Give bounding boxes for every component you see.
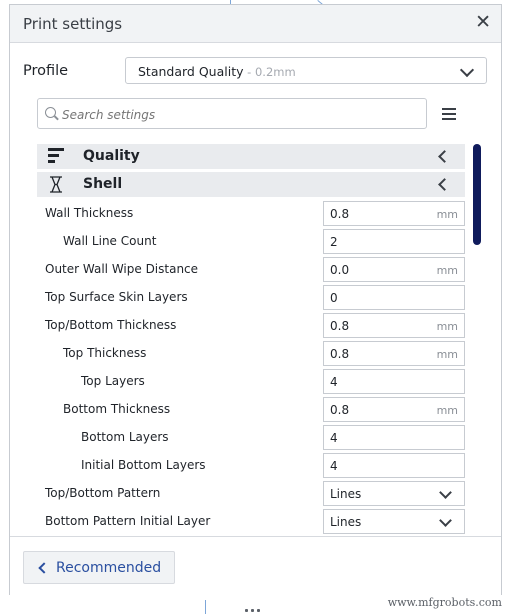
category-label: Shell — [83, 176, 123, 192]
bottom-pattern-initial-layer-select[interactable]: Lines — [323, 509, 465, 534]
setting-label: Wall Thickness — [45, 206, 134, 220]
shell-icon — [50, 176, 62, 193]
search-icon — [45, 107, 56, 118]
initial-bottom-layers-input[interactable]: 4 — [323, 453, 465, 478]
quality-icon — [48, 148, 64, 164]
setting-row-top-bottom-thickness: Top/Bottom Thickness 0.8 mm — [37, 312, 465, 340]
recommended-button[interactable]: Recommended — [23, 551, 175, 584]
setting-row-top-layers: Top Layers 4 — [37, 368, 465, 396]
top-thickness-input[interactable]: 0.8 mm — [323, 341, 465, 366]
setting-label: Top Surface Skin Layers — [45, 290, 188, 304]
setting-label: Bottom Thickness — [63, 402, 171, 416]
wall-line-count-input[interactable]: 2 — [323, 229, 465, 254]
setting-row-top-bottom-pattern: Top/Bottom Pattern Lines — [37, 480, 465, 508]
settings-list: Quality Shell Wall Thickness 0.8 mm Wall … — [37, 144, 465, 536]
setting-row-top-surface-skin: Top Surface Skin Layers 0 — [37, 284, 465, 312]
setting-row-wall-thickness: Wall Thickness 0.8 mm — [37, 200, 465, 228]
search-input[interactable] — [60, 104, 414, 126]
setting-label: Top Layers — [81, 374, 145, 388]
scrollbar[interactable] — [473, 144, 481, 245]
close-icon[interactable]: ✕ — [475, 11, 491, 33]
setting-label: Bottom Pattern Initial Layer — [45, 514, 211, 528]
chevron-left-icon — [38, 562, 50, 574]
top-bottom-pattern-select[interactable]: Lines — [323, 481, 465, 506]
bottom-layers-input[interactable]: 4 — [323, 425, 465, 450]
top-surface-skin-layers-input[interactable]: 0 — [323, 285, 465, 310]
chevron-left-icon — [438, 178, 451, 191]
setting-label: Top/Bottom Pattern — [45, 486, 161, 500]
category-shell[interactable]: Shell — [37, 172, 465, 197]
menu-icon[interactable] — [442, 108, 456, 120]
setting-label: Top Thickness — [63, 346, 147, 360]
setting-label: Initial Bottom Layers — [81, 458, 206, 472]
profile-value: Standard Quality - 0.2mm — [138, 64, 296, 79]
setting-label: Bottom Layers — [81, 430, 169, 444]
setting-row-initial-bottom-layers: Initial Bottom Layers 4 — [37, 452, 465, 480]
chevron-down-icon — [439, 514, 452, 527]
setting-label: Top/Bottom Thickness — [45, 318, 177, 332]
setting-label: Wall Line Count — [63, 234, 157, 248]
search-box[interactable] — [37, 98, 427, 129]
chevron-down-icon — [439, 486, 452, 499]
category-label: Quality — [83, 148, 140, 164]
background-line — [205, 600, 206, 614]
top-layers-input[interactable]: 4 — [323, 369, 465, 394]
setting-row-bottom-layers: Bottom Layers 4 — [37, 424, 465, 452]
print-settings-panel: Print settings ✕ Profile Standard Qualit… — [9, 4, 502, 595]
setting-row-bottom-pattern-initial: Bottom Pattern Initial Layer Lines — [37, 508, 465, 536]
wall-thickness-input[interactable]: 0.8 mm — [323, 201, 465, 226]
setting-label: Outer Wall Wipe Distance — [45, 262, 199, 276]
setting-row-bottom-thickness: Bottom Thickness 0.8 mm — [37, 396, 465, 424]
panel-title: Print settings — [23, 15, 123, 33]
setting-row-outer-wall-wipe: Outer Wall Wipe Distance 0.0 mm — [37, 256, 465, 284]
resize-grip-icon[interactable] — [245, 597, 267, 612]
bottom-thickness-input[interactable]: 0.8 mm — [323, 397, 465, 422]
panel-footer: Recommended — [10, 536, 501, 595]
top-bottom-thickness-input[interactable]: 0.8 mm — [323, 313, 465, 338]
profile-dropdown[interactable]: Standard Quality - 0.2mm — [125, 57, 487, 84]
chevron-down-icon — [459, 62, 475, 78]
setting-row-top-thickness: Top Thickness 0.8 mm — [37, 340, 465, 368]
title-bar: Print settings ✕ — [10, 5, 501, 43]
chevron-left-icon — [438, 150, 451, 163]
recommended-label: Recommended — [56, 560, 162, 576]
watermark: www.mfgrobots.com — [387, 596, 502, 609]
category-quality[interactable]: Quality — [37, 144, 465, 169]
outer-wall-wipe-distance-input[interactable]: 0.0 mm — [323, 257, 465, 282]
profile-label: Profile — [23, 63, 69, 79]
setting-row-wall-line-count: Wall Line Count 2 — [37, 228, 465, 256]
